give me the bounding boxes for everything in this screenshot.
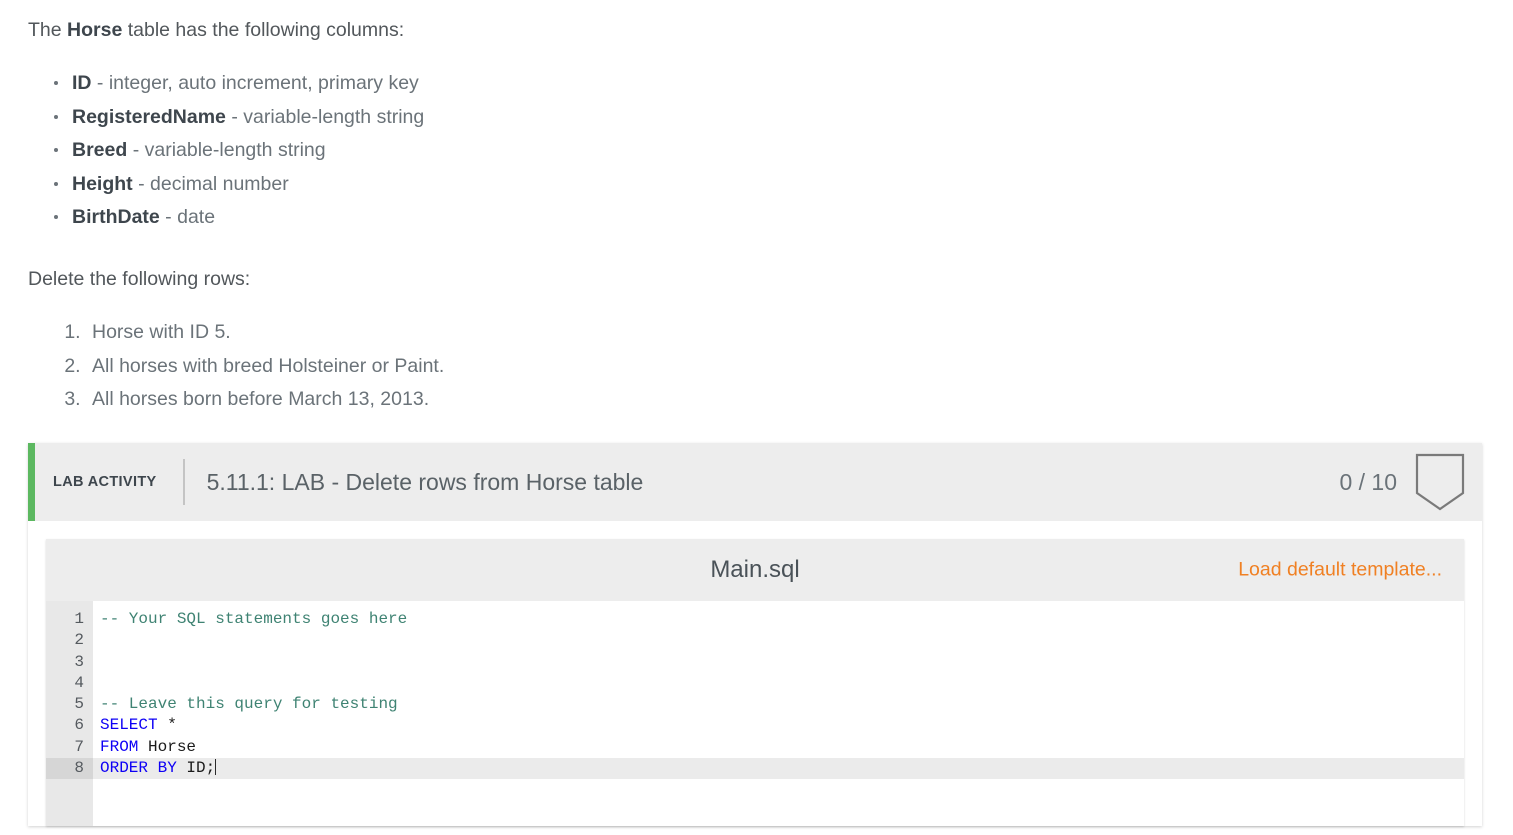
editor-wrapper: Main.sql Load default template... 1 2 3 … [28,521,1482,826]
lab-description: The Horse table has the following column… [0,0,1513,417]
list-item: Height - decimal number [54,168,1485,202]
line-number: 3 [74,652,84,671]
code-line: SELECT * [93,715,1464,736]
list-item: All horses born before March 13, 2013. [86,383,1485,417]
line-number: 1 [74,610,84,628]
code-line: ORDER BY ID; [93,758,1464,780]
lab-activity-tag: LAB ACTIVITY [53,474,157,490]
list-item: Breed - variable-length string [54,134,1485,168]
code-token-keyword: FROM [100,737,139,756]
code-token-plain: ID; [176,759,216,778]
intro-table-name: Horse [67,19,123,41]
line-number: 2 [74,631,84,650]
list-item: All horses with breed Holsteiner or Pain… [86,350,1485,384]
code-token-plain: * [157,716,177,735]
header-divider [182,459,185,505]
code-editor-card: Main.sql Load default template... 1 2 3 … [46,539,1464,826]
delete-rows-list: Horse with ID 5. All horses with breed H… [28,316,1485,417]
lab-activity-header: LAB ACTIVITY 5.11.1: LAB - Delete rows f… [28,443,1482,521]
column-desc: - integer, auto increment, primary key [91,72,419,95]
delete-lead-paragraph: Delete the following rows: [28,267,251,290]
code-token-keyword: SELECT [100,716,158,735]
column-desc: - variable-length string [225,105,425,128]
code-token-plain: Horse [138,737,197,756]
column-name: Height [72,172,133,195]
code-line: FROM Horse [93,737,1464,758]
columns-list: ID - integer, auto increment, primary ke… [28,67,1485,235]
code-editor-area[interactable]: 1 2 3 4 5 6 7 8 -- Your SQL statements g… [46,601,1464,826]
code-line: -- Leave this query for testing [93,694,1464,715]
list-item: RegisteredName - variable-length string [54,101,1485,135]
list-item: BirthDate - date [54,201,1485,235]
column-desc: - date [159,206,216,229]
column-name: BirthDate [72,206,160,229]
line-number: 6 [74,716,84,735]
column-name: Breed [72,139,128,162]
column-desc: - decimal number [132,172,289,195]
bookmark-pentagon-icon[interactable] [1415,453,1465,511]
line-number-gutter: 1 2 3 4 5 6 7 8 [46,601,93,826]
code-token-keyword: ORDER BY [100,759,177,778]
lab-activity-title: 5.11.1: LAB - Delete rows from Horse tab… [206,468,644,495]
file-name-label: Main.sql [710,556,800,583]
text-caret [215,759,217,776]
load-default-template-link[interactable]: Load default template... [1238,559,1442,582]
line-number: 8 [46,758,93,780]
page-root: The Horse table has the following column… [0,0,1513,835]
line-number: 4 [74,673,84,692]
lab-score: 0 / 10 [1339,468,1397,495]
column-desc: - variable-length string [127,139,326,162]
code-token-comment: -- Your SQL statements goes here [100,610,408,628]
line-number: 7 [74,737,84,756]
code-token-comment: -- Leave this query for testing [100,695,398,714]
list-item: Horse with ID 5. [86,316,1485,350]
code-line: -- Your SQL statements goes here [93,609,1464,630]
line-number: 5 [74,695,84,714]
intro-suffix: table has the following columns: [122,19,405,41]
column-name: ID [72,72,92,95]
column-name: RegisteredName [72,105,226,128]
code-text-area[interactable]: -- Your SQL statements goes here -- Leave… [93,601,1464,826]
list-item: ID - integer, auto increment, primary ke… [54,67,1485,101]
editor-file-bar: Main.sql Load default template... [46,539,1464,601]
lab-activity-panel: LAB ACTIVITY 5.11.1: LAB - Delete rows f… [28,443,1482,826]
intro-paragraph: The Horse table has the following column… [28,16,1485,45]
intro-prefix: The [28,19,68,41]
